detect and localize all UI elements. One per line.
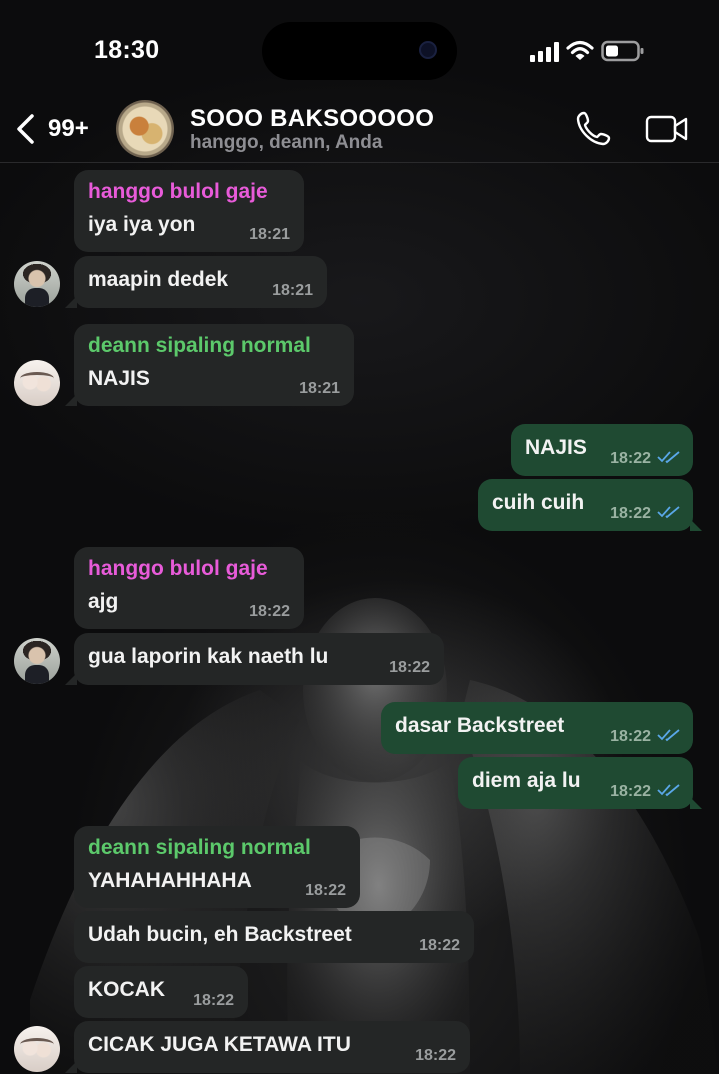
avatar-hanggo[interactable] [14, 261, 60, 307]
sender-name: hanggo bulol gaje [88, 557, 268, 580]
front-camera-icon [419, 41, 437, 59]
message-text: maapin dedek [88, 268, 229, 291]
message-time: 18:22 [249, 603, 290, 620]
status-time: 18:30 [94, 36, 160, 64]
message-time: 18:22 [610, 450, 651, 467]
message-time: 18:22 [610, 728, 651, 745]
back-chevron-icon[interactable] [14, 112, 38, 146]
message-text: iya iya yon [88, 213, 196, 236]
message-bubble[interactable]: deann sipaling normal YAHAHAHHAHA 18:22 [74, 826, 360, 908]
bubble-tail [65, 394, 77, 406]
message-bubble[interactable]: Udah bucin, eh Backstreet 18:22 [74, 911, 474, 963]
message-bubble[interactable]: KOCAK 18:22 [74, 966, 248, 1018]
message-text: NAJIS [88, 367, 150, 390]
message-bubble[interactable]: gua laporin kak naeth lu 18:22 [65, 633, 444, 685]
bubble-tail [65, 1061, 77, 1073]
message-time: 18:22 [610, 783, 651, 800]
message-text: CICAK JUGA KETAWA ITU [88, 1033, 351, 1056]
bubble-tail [690, 519, 702, 531]
message-time: 18:22 [193, 992, 234, 1009]
message-bubble[interactable]: cuih cuih 18:22 [478, 479, 702, 531]
message-time: 18:21 [272, 282, 313, 299]
message-bubble[interactable]: diem aja lu 18:22 [458, 757, 702, 809]
chat-header: 99+ SOOO BAKSOOOOO hanggo, deann, Anda [0, 100, 719, 163]
bubble-tail [690, 797, 702, 809]
group-avatar[interactable] [116, 100, 174, 158]
message-bubble[interactable]: NAJIS 18:22 [511, 424, 693, 476]
read-receipt-icon [657, 784, 680, 797]
message-bubble[interactable]: hanggo bulol gaje ajg 18:22 [74, 547, 304, 629]
battery-icon [601, 40, 644, 62]
message-time: 18:21 [249, 226, 290, 243]
message-text: KOCAK [88, 978, 165, 1001]
avatar-hanggo[interactable] [14, 638, 60, 684]
message-text: YAHAHAHHAHA [88, 869, 252, 892]
message-time: 18:22 [389, 659, 430, 676]
message-time: 18:21 [299, 380, 340, 397]
message-time: 18:22 [305, 882, 346, 899]
message-bubble[interactable]: maapin dedek 18:21 [65, 256, 327, 308]
message-time: 18:22 [415, 1047, 456, 1064]
message-bubble[interactable]: hanggo bulol gaje iya iya yon 18:21 [74, 170, 304, 252]
read-receipt-icon [657, 451, 680, 464]
message-text: Udah bucin, eh Backstreet [88, 923, 352, 946]
status-bar: 18:30 [0, 0, 719, 100]
message-text: diem aja lu [472, 769, 581, 792]
message-time: 18:22 [419, 937, 460, 954]
avatar-deann[interactable] [14, 1026, 60, 1072]
message-time: 18:22 [610, 505, 651, 522]
wifi-icon [566, 40, 594, 60]
read-receipt-icon [657, 506, 680, 519]
message-bubble[interactable]: CICAK JUGA KETAWA ITU 18:22 [65, 1021, 470, 1073]
avatar-deann[interactable] [14, 360, 60, 406]
message-bubble[interactable]: deann sipaling normal NAJIS 18:21 [65, 324, 354, 406]
video-call-icon[interactable] [645, 114, 689, 144]
message-text: cuih cuih [492, 491, 585, 514]
bubble-tail [65, 673, 77, 685]
message-text: gua laporin kak naeth lu [88, 645, 329, 668]
message-bubble[interactable]: dasar Backstreet 18:22 [381, 702, 693, 754]
message-text: dasar Backstreet [395, 714, 565, 737]
message-text: NAJIS [525, 436, 587, 459]
chat-screen: 18:30 99+ SOOO BAKSOOOOO hanggo, deann, … [0, 0, 719, 1074]
sender-name: deann sipaling normal [88, 334, 311, 357]
group-title[interactable]: SOOO BAKSOOOOO [190, 105, 434, 133]
unread-count-badge[interactable]: 99+ [48, 115, 89, 143]
voice-call-icon[interactable] [576, 110, 612, 146]
group-members-subtitle[interactable]: hanggo, deann, Anda [190, 132, 382, 154]
message-text: ajg [88, 590, 119, 613]
cellular-signal-icon [530, 42, 559, 62]
sender-name: hanggo bulol gaje [88, 180, 268, 203]
read-receipt-icon [657, 729, 680, 742]
bubble-tail [65, 296, 77, 308]
sender-name: deann sipaling normal [88, 836, 311, 859]
